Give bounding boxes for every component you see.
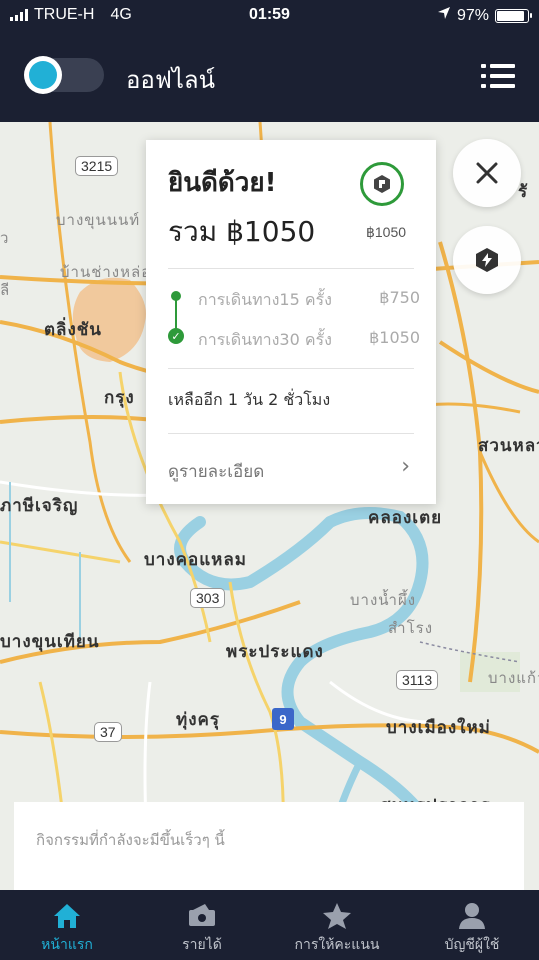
upcoming-activities-text: กิจกรรมที่กำลังจะมีขึ้นเร็วๆ นี้ — [36, 831, 225, 849]
route-303-badge: 303 — [190, 588, 226, 608]
map-label: กรุง — [104, 388, 135, 408]
close-button[interactable] — [453, 139, 521, 207]
route-3215-badge: 3215 — [75, 156, 119, 176]
tab-earnings[interactable]: รายได้ — [135, 890, 269, 960]
battery-icon — [495, 8, 532, 23]
star-icon — [322, 902, 352, 934]
wallet-icon — [187, 902, 217, 932]
online-toggle[interactable] — [24, 56, 104, 94]
tab-label: หน้าแรก — [41, 937, 93, 953]
congrats-heading: ยินดีด้วย! — [168, 168, 277, 198]
driver-status-title: ออฟไลน์ — [126, 66, 216, 94]
home-icon — [52, 902, 82, 934]
view-details-link[interactable]: ดูรายละเอียด — [168, 458, 264, 485]
location-arrow-icon — [437, 6, 451, 25]
map-label: ตลิ่งชัน — [44, 320, 102, 340]
tab-home[interactable]: หน้าแรก — [0, 890, 134, 960]
map-label: ลี — [0, 281, 11, 299]
tab-label: การให้คะแนน — [294, 937, 380, 953]
map-label: บางแก้ว — [488, 669, 539, 687]
tier-row: การเดินทาง30 ครั้ง ฿1050 — [198, 328, 420, 353]
battery-percent: 97% — [456, 6, 489, 24]
route-37-badge: 37 — [94, 722, 122, 742]
tier-label: การเดินทาง30 ครั้ง — [198, 330, 332, 349]
map-label: บางน้ำผึ้ง — [350, 591, 417, 609]
tier-amount: ฿1050 — [369, 328, 420, 347]
tier-amount: ฿750 — [379, 288, 420, 307]
lightning-icon — [476, 248, 498, 272]
app-header: ออฟไลน์ — [0, 30, 539, 122]
milestone-dot — [171, 291, 181, 301]
trip-progress: ✓ การเดินทาง15 ครั้ง ฿750 การเดินทาง30 ค… — [168, 288, 420, 349]
route-3113-badge: 3113 — [396, 670, 439, 690]
divider — [168, 433, 414, 434]
tab-account[interactable]: บัญชีผู้ใช้ — [405, 890, 539, 960]
highway-9-shield: 9 — [272, 708, 294, 730]
tab-label: รายได้ — [182, 937, 222, 953]
upcoming-activities-sheet[interactable]: กิจกรรมที่กำลังจะมีขึ้นเร็วๆ นี้ — [14, 802, 524, 890]
map-label: บางคอแหลม — [144, 550, 248, 570]
tier-label: การเดินทาง15 ครั้ง — [198, 290, 332, 309]
map-label: บางเมืองใหม่ — [386, 718, 491, 738]
map-label: คลองเตย — [368, 508, 443, 528]
map-label: สวนหลวง — [478, 436, 539, 456]
check-icon: ✓ — [168, 328, 184, 344]
map-label: บางขุนเทียน — [0, 632, 100, 652]
menu-icon[interactable] — [481, 64, 515, 88]
close-icon — [476, 162, 498, 184]
tab-ratings[interactable]: การให้คะแนน — [270, 890, 404, 960]
tier-row: การเดินทาง15 ครั้ง ฿750 — [198, 288, 420, 313]
tab-label: บัญชีผู้ใช้ — [444, 937, 500, 953]
map-label: บ้านช่างหล่อ — [60, 263, 152, 281]
map-label: ว — [0, 229, 10, 247]
divider — [168, 368, 414, 369]
map-label: พระประแดง — [226, 642, 324, 662]
map-label: บางขุนนนท์ — [56, 211, 141, 229]
reward-badge — [360, 162, 404, 206]
badge-amount: ฿1050 — [365, 224, 407, 240]
incentive-card: ยินดีด้วย! รวม ฿1050 ฿1050 ✓ การเดินทาง1… — [146, 140, 436, 504]
reward-hexagon-icon — [374, 175, 390, 193]
chevron-right-icon[interactable]: › — [401, 454, 410, 479]
status-bar: TRUE-H 4G 01:59 97% — [0, 0, 539, 30]
map-label: ภาษีเจริญ — [0, 496, 79, 516]
boost-button[interactable] — [453, 226, 521, 294]
total-earnings: รวม ฿1050 — [168, 215, 316, 248]
map-label: ทุ่งครุ — [176, 710, 221, 730]
user-icon — [458, 902, 486, 934]
map-label: สำโรง — [388, 619, 434, 637]
tab-bar: หน้าแรก รายได้ การให้คะแนน บัญชีผู้ใช้ — [0, 890, 539, 960]
divider — [168, 268, 414, 269]
time-remaining: เหลืออีก 1 วัน 2 ชั่วโมง — [168, 390, 331, 409]
